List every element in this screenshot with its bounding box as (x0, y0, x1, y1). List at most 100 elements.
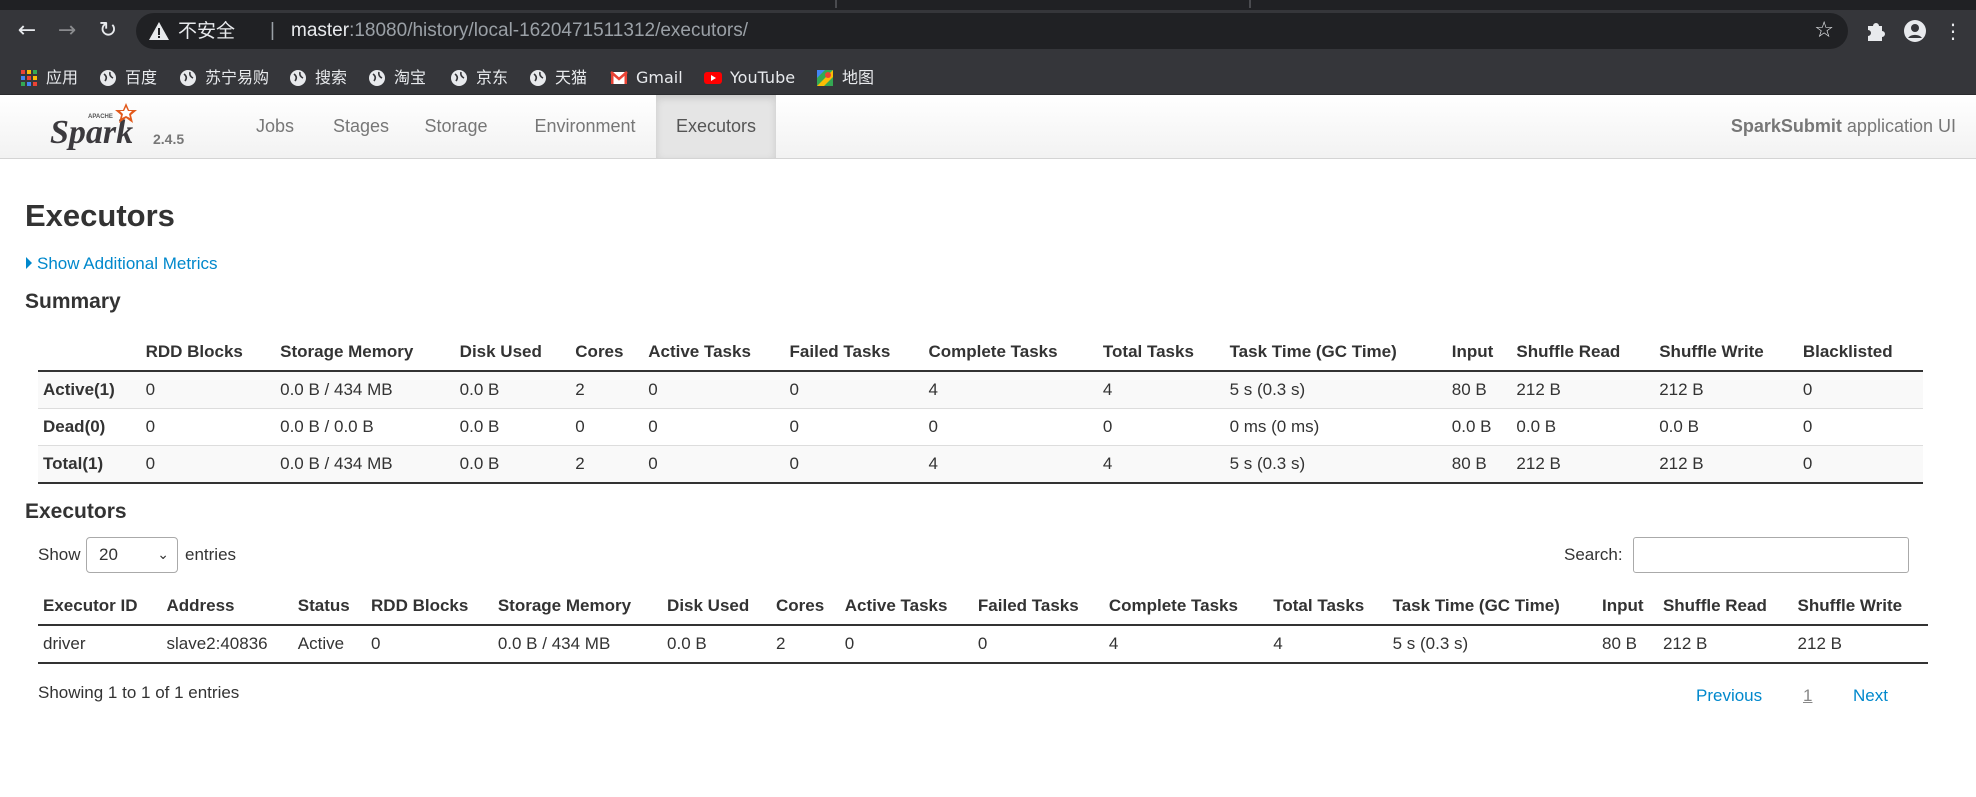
reload-icon[interactable]: ↻ (92, 14, 124, 48)
table-cell: 212 B (1792, 625, 1928, 664)
url-text[interactable]: master:18080/history/local-1620471511312… (291, 19, 748, 43)
tab-storage[interactable]: Storage (410, 95, 502, 158)
column-header[interactable]: Shuffle Write (1654, 333, 1798, 372)
table-cell: 0 (972, 625, 1104, 664)
column-header[interactable]: Total Tasks (1097, 333, 1225, 372)
executors-title: Executors (25, 500, 127, 523)
table-cell: 0 (366, 625, 493, 664)
column-header[interactable]: Disk Used (454, 333, 571, 372)
table-cell: 0.0 B (1451, 417, 1492, 436)
table-cell: 0 (643, 445, 785, 483)
column-header[interactable]: Shuffle Read (1657, 587, 1793, 626)
page-title: Executors (25, 198, 175, 233)
tab-executors[interactable]: Executors (656, 95, 776, 158)
back-icon[interactable]: ← (11, 14, 43, 48)
column-header[interactable]: Shuffle Read (1511, 333, 1655, 372)
column-header[interactable]: Disk Used (662, 587, 771, 626)
column-header[interactable]: Active Tasks (643, 333, 785, 372)
tab-label: Jobs (255, 116, 295, 136)
column-header[interactable]: Status (292, 587, 367, 626)
table-cell: 80 B (1597, 625, 1658, 664)
summary-row: Total(1) 0 0.0 B / 434 MB 0.0 B200445 s (0.… (38, 445, 1923, 483)
current-page-button[interactable]: 1 (1803, 686, 1812, 706)
tab-label: Stages (332, 116, 390, 136)
browser-toolbar: ← → ↻ 不安全 | master:18080/history/local-1… (0, 0, 1976, 62)
column-header[interactable]: Failed Tasks (972, 587, 1104, 626)
column-header[interactable]: Active Tasks (839, 587, 973, 626)
summary-header-row: RDD Blocks Storage Memory Disk Used Cores Ac… (38, 333, 1923, 372)
tab-separator (1249, 0, 1251, 8)
bookmark-label: 淘宝 (394, 68, 427, 87)
address-bar[interactable]: 不安全 | master:18080/history/local-1620471… (136, 13, 1848, 49)
column-header[interactable]: Failed Tasks (784, 333, 924, 372)
column-header[interactable]: Address (161, 587, 293, 626)
entries-label: entries (185, 545, 237, 564)
extensions-icon[interactable] (1858, 14, 1892, 48)
globe-icon (451, 70, 467, 86)
column-header[interactable]: Storage Memory (492, 587, 663, 626)
tab-separator (835, 0, 837, 8)
tab-label: Executors (675, 116, 757, 136)
page-size-select[interactable]: 20 ⌄ (86, 537, 178, 573)
previous-page-button[interactable]: Previous (1696, 686, 1762, 706)
executors-table: Executor ID Address Status RDD Blocks Storag… (38, 587, 1928, 664)
table-cell: 4 (1268, 625, 1388, 664)
column-header[interactable]: Complete Tasks (1103, 587, 1269, 626)
show-additional-metrics-link[interactable]: Show Additional Metrics (26, 254, 217, 274)
column-header[interactable]: Cores (570, 333, 644, 372)
column-header[interactable]: Storage Memory (275, 333, 455, 372)
globe-icon (290, 70, 306, 86)
column-header[interactable]: Input (1597, 587, 1658, 626)
column-header[interactable]: Total Tasks (1268, 587, 1388, 626)
column-header[interactable]: Blacklisted (1797, 333, 1923, 372)
table-cell: 5 s (0.3 s) (1224, 445, 1447, 483)
column-header[interactable]: Complete Tasks (923, 333, 1098, 372)
table-cell: 2 (570, 371, 644, 409)
tab-jobs[interactable]: Jobs (240, 95, 310, 158)
insecure-label[interactable]: 不安全 (178, 19, 235, 43)
table-cell: 5 s (0.3 s) (1224, 371, 1447, 409)
bookmark-label: 应用 (46, 68, 79, 87)
bookmarks-bar: 应用 百度 苏宁易购 搜索 淘宝 京东 天猫 Gmail YouTube 地图 (0, 62, 1976, 95)
table-cell: 0 (839, 625, 973, 664)
tab-environment[interactable]: Environment (518, 95, 652, 158)
url-separator: | (270, 20, 275, 41)
table-cell: 0 (1797, 371, 1923, 409)
next-page-button[interactable]: Next (1853, 686, 1888, 706)
search-input[interactable] (1633, 537, 1909, 573)
column-header[interactable]: Executor ID (38, 587, 162, 626)
profile-icon[interactable] (1898, 14, 1932, 48)
menu-icon[interactable]: ⋮ (1937, 14, 1969, 48)
youtube-icon (704, 72, 722, 84)
table-cell: Total(1) (38, 445, 141, 483)
table-cell: slave2:40836 (161, 625, 293, 664)
tab-label: Environment (534, 116, 636, 136)
table-cell: Active (292, 625, 367, 664)
table-cell: driver (38, 625, 162, 664)
showing-entries-text: Showing 1 to 1 of 1 entries (38, 683, 240, 702)
table-cell: 0.0 B (1516, 417, 1557, 436)
app-suffix: application UI (1841, 116, 1956, 136)
table-cell: 2 (570, 445, 644, 483)
column-header[interactable]: Shuffle Write (1792, 587, 1928, 626)
table-cell: 4 (923, 445, 1098, 483)
table-cell: 2 (771, 625, 840, 664)
column-header[interactable]: Task Time (GC Time) (1387, 587, 1598, 626)
column-header[interactable]: Task Time (GC Time) (1224, 333, 1447, 372)
table-cell: 0 (1797, 445, 1923, 483)
table-cell: 0 (140, 371, 276, 409)
column-header[interactable]: RDD Blocks (366, 587, 493, 626)
table-cell: 0.0 B (454, 371, 571, 409)
tab-stages[interactable]: Stages (320, 95, 402, 158)
bookmark-star-icon[interactable]: ☆ (1814, 18, 1834, 44)
table-cell: 0.0 B / 434 MB (275, 445, 455, 483)
column-header[interactable]: Cores (771, 587, 840, 626)
bookmark-label: Gmail (636, 68, 683, 87)
table-cell: Dead(0) (43, 417, 106, 436)
table-cell: 4 (1103, 625, 1269, 664)
metrics-link-label: Show Additional Metrics (37, 254, 218, 273)
column-header[interactable] (38, 333, 141, 372)
forward-icon[interactable]: → (51, 14, 83, 48)
column-header[interactable]: Input (1446, 333, 1512, 372)
column-header[interactable]: RDD Blocks (140, 333, 276, 372)
